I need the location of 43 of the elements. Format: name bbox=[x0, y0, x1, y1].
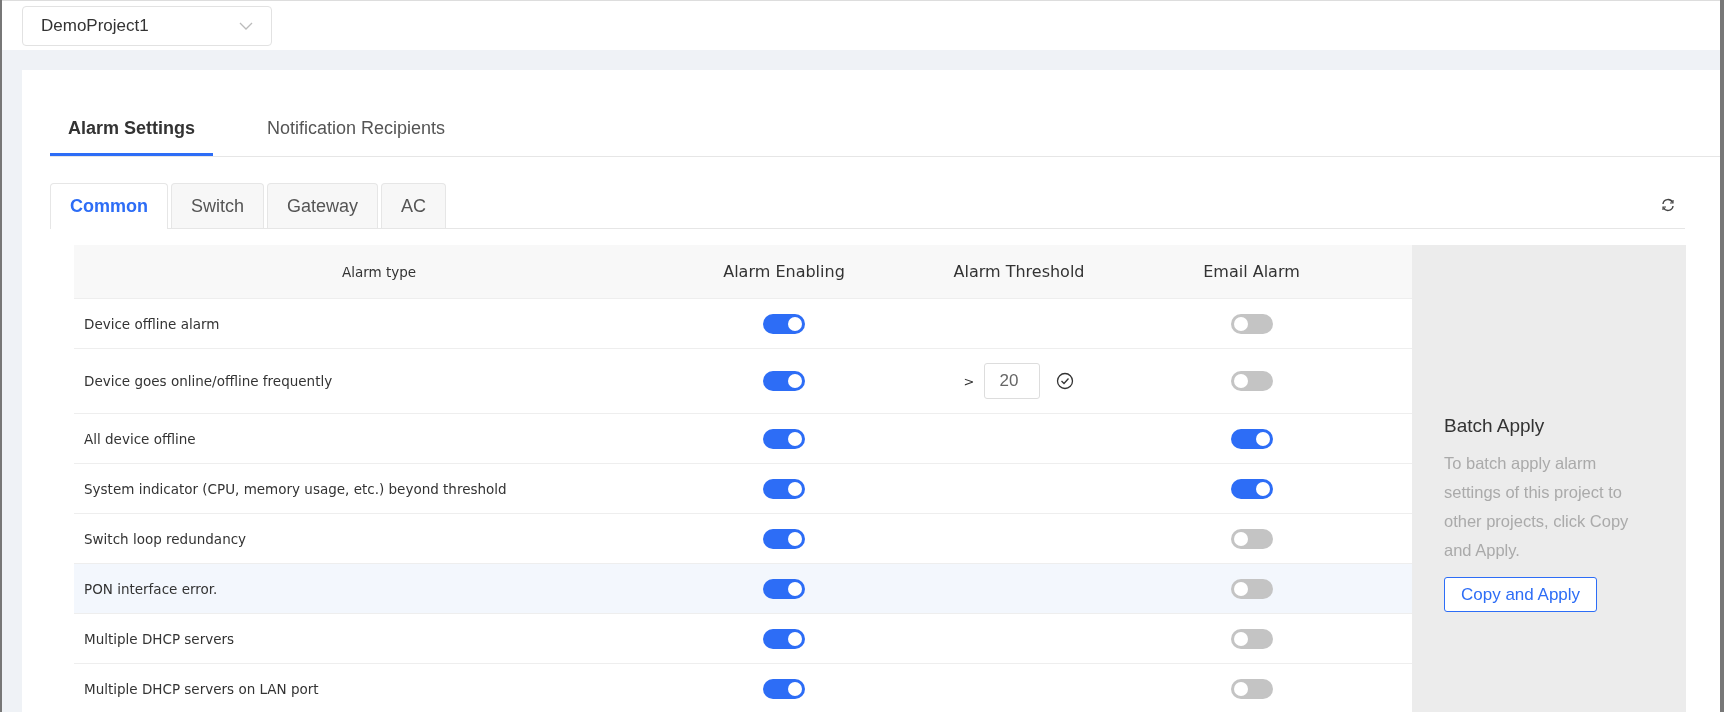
subtab[interactable]: Switch bbox=[171, 183, 264, 228]
comparison-sign: > bbox=[963, 373, 975, 389]
toggle-switch[interactable] bbox=[763, 371, 805, 391]
chevron-down-icon bbox=[239, 21, 253, 30]
toggle-switch[interactable] bbox=[1230, 371, 1273, 391]
toggle-switch[interactable] bbox=[1230, 528, 1273, 549]
alarm-type: System indicator (CPU, memory usage, etc.) beyond threshold bbox=[84, 480, 507, 497]
tab[interactable]: Alarm Settings bbox=[50, 118, 214, 156]
threshold-field[interactable]: 20 bbox=[984, 363, 1041, 399]
toggle-switch[interactable] bbox=[1230, 578, 1273, 599]
alarm-type: PON interface error. bbox=[84, 580, 218, 597]
subtab[interactable]: Gateway bbox=[267, 183, 379, 228]
toggle-switch[interactable] bbox=[1230, 628, 1273, 649]
toggle-switch[interactable] bbox=[1230, 478, 1273, 499]
toggle-switch[interactable] bbox=[763, 628, 805, 649]
column-header: Alarm type bbox=[340, 263, 418, 280]
panel-title: Batch Apply bbox=[1444, 415, 1546, 437]
copy-and-apply-button[interactable]: Copy and Apply bbox=[1444, 577, 1598, 612]
column-header: Email Alarm bbox=[1202, 262, 1301, 281]
check-circle-icon[interactable] bbox=[1056, 372, 1075, 390]
column-header: Alarm Enabling bbox=[722, 262, 846, 281]
project-select[interactable]: DemoProject1 bbox=[22, 5, 272, 46]
toggle-switch[interactable] bbox=[763, 528, 805, 549]
alarm-type: Switch loop redundancy bbox=[84, 530, 247, 547]
toggle-switch[interactable] bbox=[763, 578, 805, 599]
toggle-switch[interactable] bbox=[763, 428, 805, 449]
column-header: Alarm Threshold bbox=[952, 262, 1086, 281]
alarm-type: Device offline alarm bbox=[84, 315, 220, 332]
panel-description: To batch apply alarm settings of this project to other projects, click Copy and Apply. bbox=[1444, 453, 1630, 561]
subtab[interactable]: AC bbox=[381, 183, 447, 228]
toggle-switch[interactable] bbox=[1230, 313, 1273, 334]
alarm-type: All device offline bbox=[84, 430, 196, 447]
tab[interactable]: Notification Recipients bbox=[249, 118, 464, 156]
toggle-switch[interactable] bbox=[763, 478, 805, 499]
toggle-switch[interactable] bbox=[763, 313, 805, 334]
toggle-switch[interactable] bbox=[763, 678, 805, 699]
refresh-icon bbox=[1661, 198, 1675, 212]
toggle-switch[interactable] bbox=[1230, 428, 1273, 449]
toggle-switch[interactable] bbox=[1230, 678, 1273, 699]
alarm-type: Multiple DHCP servers on LAN port bbox=[84, 680, 319, 697]
subtab[interactable]: Common bbox=[50, 183, 168, 229]
alarm-type: Device goes online/offline frequently bbox=[84, 373, 333, 389]
alarm-type: Multiple DHCP servers bbox=[84, 630, 235, 647]
